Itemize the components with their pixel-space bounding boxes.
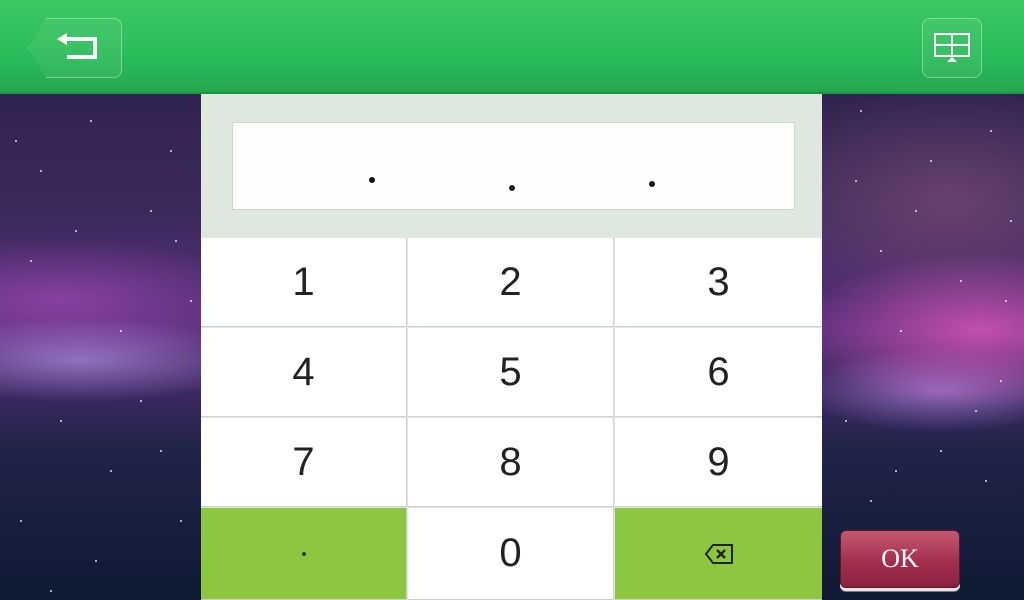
display-grid-icon: [934, 33, 970, 62]
key-7[interactable]: 7: [201, 418, 407, 507]
star: [140, 400, 142, 402]
star: [870, 500, 872, 502]
star: [170, 150, 172, 152]
ip-keypad-panel: 1 2 3 4 5 6 7 8 9 0: [201, 94, 822, 600]
ip-separator-dot: [649, 181, 655, 187]
star: [930, 160, 932, 162]
dot-glyph: [301, 551, 306, 556]
star: [860, 110, 862, 112]
star: [880, 250, 882, 252]
star: [990, 130, 992, 132]
star: [940, 450, 942, 452]
ok-button[interactable]: OK: [840, 530, 960, 588]
star: [60, 420, 62, 422]
ip-address-display[interactable]: [232, 122, 795, 210]
star: [180, 520, 182, 522]
key-4[interactable]: 4: [201, 328, 407, 417]
star: [75, 230, 77, 232]
star: [190, 300, 192, 302]
back-button[interactable]: [28, 18, 122, 78]
numeric-keypad: 1 2 3 4 5 6 7 8 9 0: [201, 238, 822, 600]
star: [95, 560, 97, 562]
key-1[interactable]: 1: [201, 238, 407, 327]
star: [1000, 380, 1002, 382]
display-layout-button[interactable]: [922, 18, 982, 78]
key-3[interactable]: 3: [615, 238, 822, 327]
star: [30, 260, 32, 262]
star: [15, 140, 17, 142]
star: [960, 280, 962, 282]
key-6[interactable]: 6: [615, 328, 822, 417]
star: [20, 520, 22, 522]
star: [90, 120, 92, 122]
star: [1005, 300, 1007, 302]
key-backspace[interactable]: [615, 508, 822, 600]
star: [110, 470, 112, 472]
ip-separator-dot: [369, 177, 375, 183]
star: [985, 480, 987, 482]
key-0[interactable]: 0: [408, 508, 614, 600]
star: [160, 450, 162, 452]
star: [855, 180, 857, 182]
key-5[interactable]: 5: [408, 328, 614, 417]
star: [40, 170, 42, 172]
star: [120, 330, 122, 332]
star: [150, 210, 152, 212]
star: [845, 420, 847, 422]
star: [50, 590, 52, 592]
star: [175, 240, 177, 242]
backspace-icon: [704, 543, 733, 564]
ip-separator-dot: [509, 185, 515, 191]
back-arrow-icon: [57, 33, 97, 59]
key-8[interactable]: 8: [408, 418, 614, 507]
star: [900, 330, 902, 332]
star: [895, 470, 897, 472]
key-2[interactable]: 2: [408, 238, 614, 327]
key-dot[interactable]: [201, 508, 407, 600]
top-bar: [0, 0, 1024, 94]
star: [915, 210, 917, 212]
star: [975, 410, 977, 412]
star: [1010, 220, 1012, 222]
key-9[interactable]: 9: [615, 418, 822, 507]
